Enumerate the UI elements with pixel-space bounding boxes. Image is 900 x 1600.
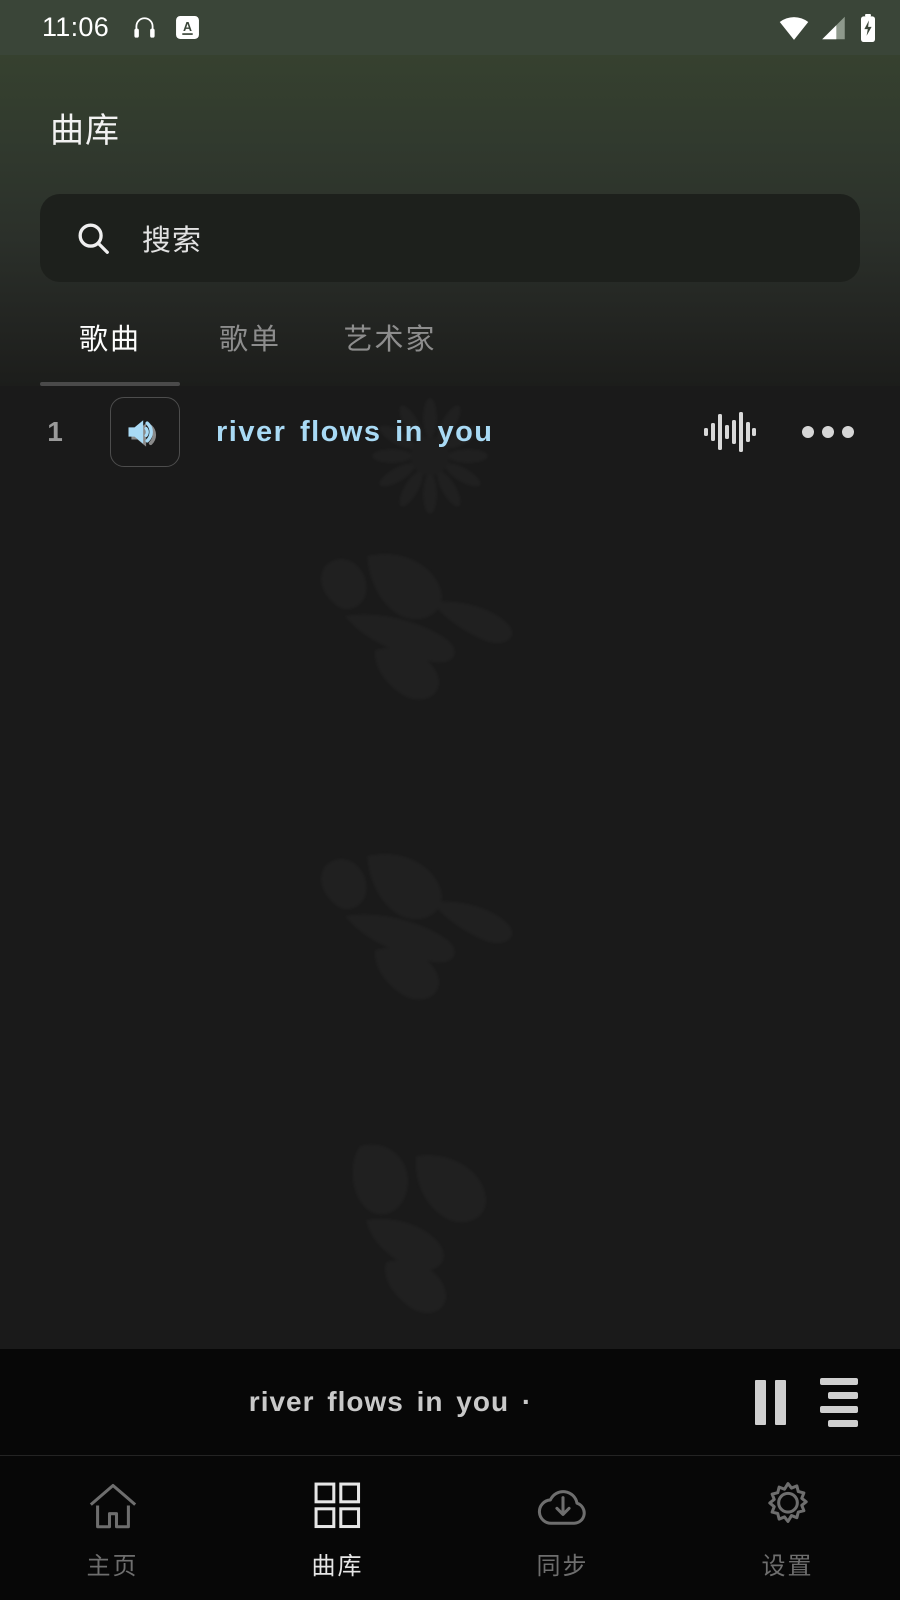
- search-icon: [74, 219, 112, 257]
- track-list: 1 river flows in you: [0, 386, 900, 478]
- track-title[interactable]: river flows in you: [216, 416, 704, 449]
- search-input[interactable]: 搜索: [40, 194, 860, 282]
- grid-library-icon: [310, 1475, 366, 1537]
- headphones-icon: [131, 14, 158, 41]
- cloud-download-icon: [533, 1475, 593, 1537]
- home-icon: [83, 1475, 143, 1537]
- more-dot: [842, 426, 854, 438]
- nav-item-settings[interactable]: 设置: [675, 1456, 900, 1600]
- queue-line: [820, 1405, 858, 1413]
- status-bar-system-icons: [779, 13, 878, 42]
- nav-item-home[interactable]: 主页: [0, 1456, 225, 1600]
- tab-artists-label: 艺术家: [343, 324, 437, 356]
- pause-bar-right: [775, 1379, 786, 1425]
- nav-item-home-label: 主页: [86, 1553, 139, 1580]
- tab-playlists-label: 歌单: [218, 324, 281, 356]
- pause-bars: [755, 1379, 786, 1425]
- pause-bar-left: [755, 1379, 766, 1425]
- status-bar-clock: 11:06: [42, 12, 110, 42]
- search-section: 搜索: [0, 152, 900, 282]
- queue-line: [828, 1419, 858, 1427]
- pause-icon[interactable]: [755, 1379, 786, 1425]
- song-list-area: 1 river flows in you: [0, 386, 900, 1349]
- queue-line: [820, 1377, 858, 1385]
- more-dot: [822, 426, 834, 438]
- nav-item-sync-label: 同步: [536, 1553, 589, 1580]
- gear-icon: [760, 1475, 816, 1537]
- nav-item-library[interactable]: 曲库: [225, 1456, 450, 1600]
- background-calligraphy-watermark: [321, 398, 513, 1314]
- status-bar: 11:06 A: [0, 0, 900, 55]
- status-bar-notification-icons: A: [131, 14, 200, 41]
- battery-charging-icon: [858, 13, 878, 42]
- nav-item-library-label: 曲库: [311, 1553, 364, 1580]
- queue-line: [828, 1391, 858, 1399]
- nav-item-settings-label: 设置: [761, 1553, 814, 1580]
- bottom-navigation: 主页 曲库 同步 设置: [0, 1455, 900, 1600]
- mini-player-title[interactable]: river flows in you ·: [0, 1386, 721, 1418]
- tab-songs[interactable]: 歌曲: [40, 316, 180, 386]
- mini-player[interactable]: river flows in you ·: [0, 1349, 900, 1455]
- svg-text:A: A: [183, 20, 192, 34]
- wifi-icon: [779, 15, 809, 41]
- cellular-signal-icon: [820, 15, 847, 41]
- more-horizontal-icon[interactable]: [802, 426, 854, 438]
- queue-list-icon[interactable]: [820, 1377, 858, 1427]
- queue-lines: [820, 1377, 858, 1427]
- input-method-a-icon: A: [175, 15, 200, 40]
- table-row[interactable]: 1 river flows in you: [0, 386, 900, 478]
- page-header: 曲库 搜索 歌曲 歌单 艺术家: [0, 55, 900, 386]
- speaker-playing-icon[interactable]: [110, 397, 180, 467]
- equalizer-waveform-icon: [704, 410, 756, 454]
- tab-playlists[interactable]: 歌单: [180, 316, 320, 386]
- search-placeholder-text: 搜索: [142, 225, 203, 257]
- tab-artists[interactable]: 艺术家: [320, 316, 460, 386]
- library-tabs: 歌曲 歌单 艺术家: [0, 282, 900, 386]
- page-title: 曲库: [50, 112, 120, 150]
- tab-songs-label: 歌曲: [78, 324, 141, 356]
- track-index: 1: [47, 416, 63, 447]
- more-dot: [802, 426, 814, 438]
- app-root: 11:06 A 曲库 搜索 歌曲 歌单 艺术家 1 river flows in…: [0, 0, 900, 1600]
- nav-item-sync[interactable]: 同步: [450, 1456, 675, 1600]
